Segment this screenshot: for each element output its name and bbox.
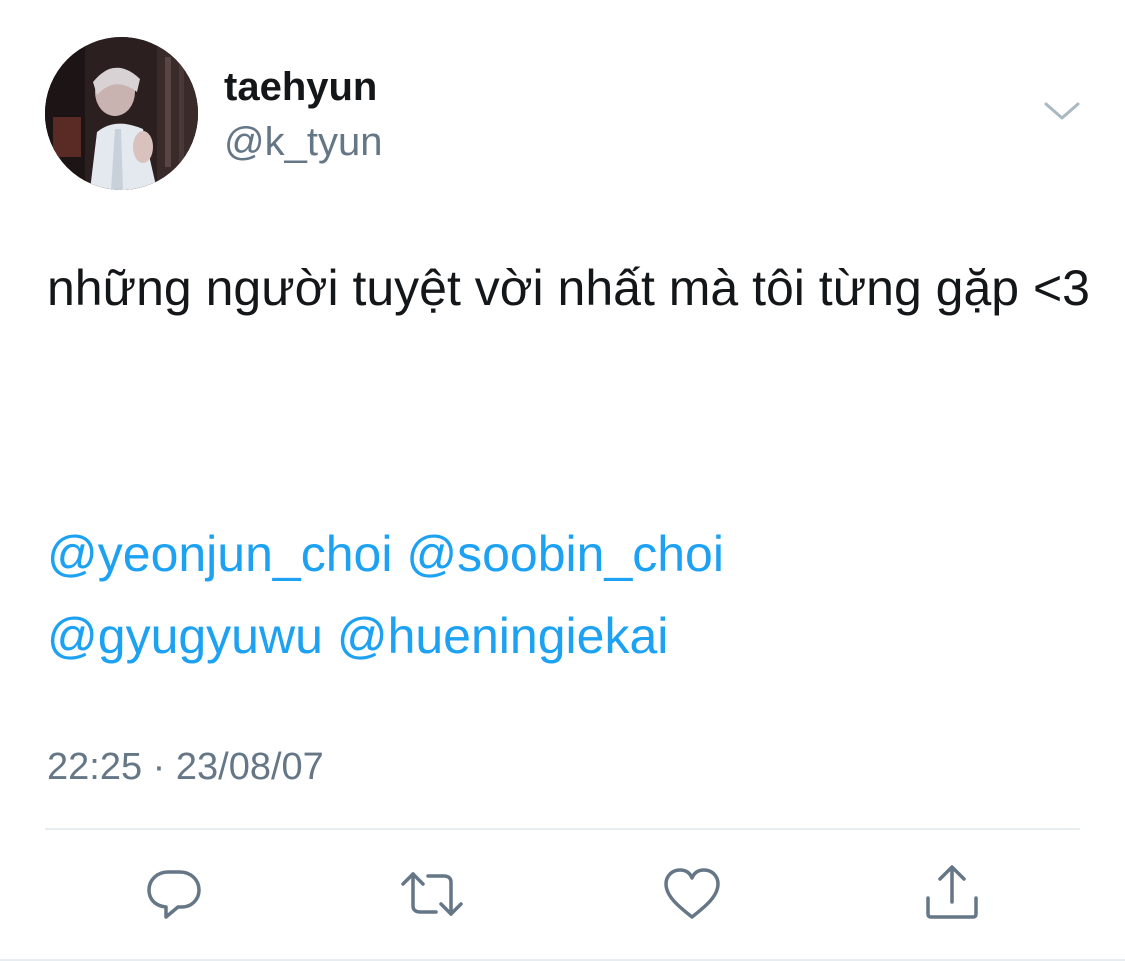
avatar-photo: [45, 37, 198, 190]
tweet-mentions: @yeonjun_choi @soobin_choi @gyugyuwu @hu…: [47, 513, 1097, 677]
tweet-text: những người tuyệt vời nhất mà tôi từng g…: [47, 260, 1090, 316]
heart-icon: [664, 868, 720, 919]
retweet-icon: [401, 872, 463, 916]
mention-link[interactable]: @gyugyuwu: [47, 608, 323, 664]
mention-link[interactable]: @hueningiekai: [337, 608, 669, 664]
more-options-button[interactable]: [1040, 92, 1084, 132]
divider: [45, 828, 1080, 830]
mention-link[interactable]: @soobin_choi: [406, 526, 724, 582]
share-button[interactable]: [920, 862, 984, 926]
like-button[interactable]: [660, 862, 724, 926]
timestamp[interactable]: 22:25 · 23/08/07: [47, 742, 324, 792]
handle[interactable]: @k_tyun: [224, 117, 382, 167]
avatar[interactable]: [45, 37, 198, 190]
display-name[interactable]: taehyun: [224, 62, 377, 112]
reply-icon: [147, 870, 201, 919]
reply-button[interactable]: [142, 862, 206, 926]
mention-link[interactable]: @yeonjun_choi: [47, 526, 392, 582]
share-icon: [926, 865, 978, 919]
mentions-line: @gyugyuwu @hueningiekai: [47, 595, 1097, 677]
mentions-line: @yeonjun_choi @soobin_choi: [47, 513, 1097, 595]
retweet-button[interactable]: [400, 862, 464, 926]
chevron-down-icon: [1044, 102, 1080, 120]
